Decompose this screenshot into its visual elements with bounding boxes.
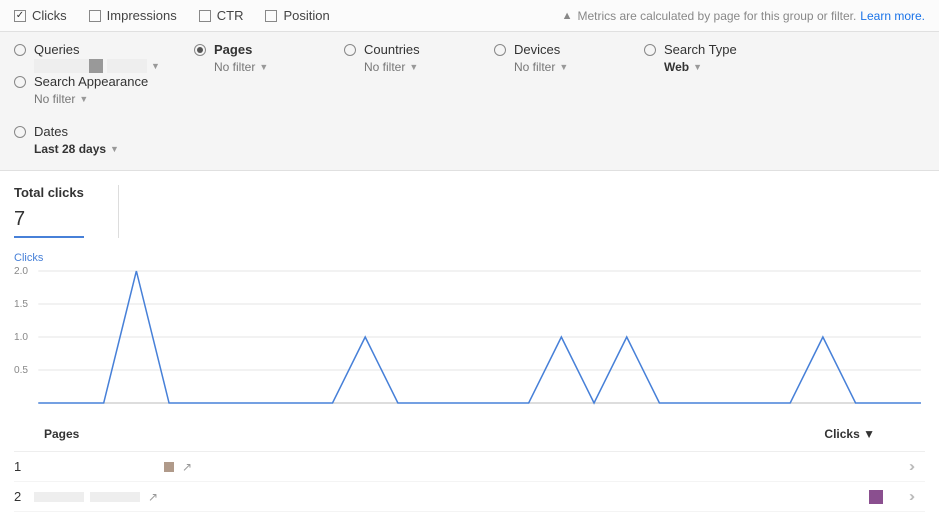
info-text: Metrics are calculated by page for this … [577, 9, 856, 23]
metric-label: Position [283, 8, 329, 23]
filter-label-text: Countries [364, 42, 420, 57]
radio-icon [14, 44, 26, 56]
filter-dates[interactable]: Dates Last 28 days▼ [14, 124, 154, 156]
svg-text:1.0: 1.0 [14, 332, 28, 343]
chevron-down-icon: ▼ [409, 62, 418, 72]
metric-position[interactable]: Position [265, 8, 329, 23]
row-index: 2 [14, 489, 34, 504]
metrics-toolbar: Clicks Impressions CTR Position ▲ Metric… [0, 0, 939, 32]
filter-pages[interactable]: Pages No filter▼ [194, 42, 334, 74]
external-link-icon[interactable]: ↗ [148, 490, 158, 504]
chart-y-label: Clicks [14, 252, 925, 264]
filter-label-text: Devices [514, 42, 560, 57]
filter-value[interactable]: Web▼ [664, 60, 702, 74]
filter-value[interactable]: No filter▼ [514, 60, 568, 74]
chevron-down-icon: ▼ [79, 94, 88, 104]
expand-icon[interactable]: ›› [895, 488, 925, 505]
radio-selected-icon [194, 44, 206, 56]
tab-total-clicks[interactable]: Total clicks 7 [14, 185, 119, 238]
table-row[interactable]: 1 ↗ ›› [14, 452, 925, 482]
filter-search-appearance[interactable]: Search Appearance No filter▼ [14, 74, 184, 106]
chevron-down-icon: ▼ [110, 144, 119, 154]
col-pages[interactable]: Pages [44, 427, 79, 441]
checkbox-icon [89, 10, 101, 22]
filter-label-text: Search Type [664, 42, 737, 57]
filter-queries[interactable]: Queries ▼ [14, 42, 184, 74]
learn-more-link[interactable]: Learn more. [860, 9, 925, 23]
radio-icon [344, 44, 356, 56]
checkbox-icon [199, 10, 211, 22]
table-row[interactable]: 2 ↗ ›› [14, 482, 925, 512]
warning-icon: ▲ [562, 10, 573, 22]
radio-icon [14, 126, 26, 138]
filter-devices[interactable]: Devices No filter▼ [494, 42, 634, 74]
filter-value[interactable]: No filter▼ [34, 92, 88, 106]
filter-value[interactable]: No filter▼ [364, 60, 418, 74]
filter-label-text: Queries [34, 42, 80, 57]
filter-search-type[interactable]: Search Type Web▼ [644, 42, 784, 74]
redacted-block [164, 462, 174, 472]
table-header: Pages Clicks ▼ [14, 417, 925, 452]
metric-clicks[interactable]: Clicks [14, 8, 67, 23]
filter-label-text: Pages [214, 42, 252, 57]
chevron-down-icon: ▼ [259, 62, 268, 72]
metric-label: Impressions [107, 8, 177, 23]
filter-value[interactable]: Last 28 days▼ [34, 142, 119, 156]
radio-icon [644, 44, 656, 56]
metric-label: Clicks [32, 8, 67, 23]
svg-text:1.5: 1.5 [14, 299, 28, 310]
clicks-cell [843, 490, 883, 504]
check-icon [14, 10, 26, 22]
redacted-block [869, 490, 883, 504]
chevron-down-icon: ▼ [151, 61, 160, 71]
metric-impressions[interactable]: Impressions [89, 8, 177, 23]
pages-table: Pages Clicks ▼ 1 ↗ ›› 2 ↗ ›› [0, 417, 939, 512]
tab-title: Total clicks [14, 185, 84, 200]
queries-value[interactable]: ▼ [34, 59, 184, 73]
filter-value[interactable]: No filter▼ [214, 60, 268, 74]
radio-icon [14, 76, 26, 88]
col-clicks[interactable]: Clicks ▼ [824, 427, 875, 441]
filter-countries[interactable]: Countries No filter▼ [344, 42, 484, 74]
filter-label-text: Dates [34, 124, 68, 139]
svg-text:0.5: 0.5 [14, 365, 28, 376]
filter-label-text: Search Appearance [34, 74, 148, 89]
radio-icon [494, 44, 506, 56]
chevron-down-icon: ▼ [559, 62, 568, 72]
metric-ctr[interactable]: CTR [199, 8, 244, 23]
row-index: 1 [14, 459, 34, 474]
summary-tabs: Total clicks 7 [0, 171, 939, 238]
tab-value: 7 [14, 208, 84, 230]
tab-underline [14, 236, 84, 238]
chevron-down-icon: ▼ [693, 62, 702, 72]
metric-label: CTR [217, 8, 244, 23]
clicks-chart: 0.5 1.0 1.5 2.0 [14, 267, 925, 407]
page-url-cell: ↗ [34, 460, 192, 474]
page-url-cell: ↗ [34, 490, 158, 504]
external-link-icon[interactable]: ↗ [182, 460, 192, 474]
svg-text:2.0: 2.0 [14, 267, 28, 277]
expand-icon[interactable]: ›› [895, 458, 925, 475]
chart-area: Clicks 0.5 1.0 1.5 2.0 [0, 238, 939, 417]
filters-panel: Queries ▼ Pages No filter▼ Countries No … [0, 32, 939, 171]
checkbox-icon [265, 10, 277, 22]
info-note: ▲ Metrics are calculated by page for thi… [562, 9, 925, 23]
